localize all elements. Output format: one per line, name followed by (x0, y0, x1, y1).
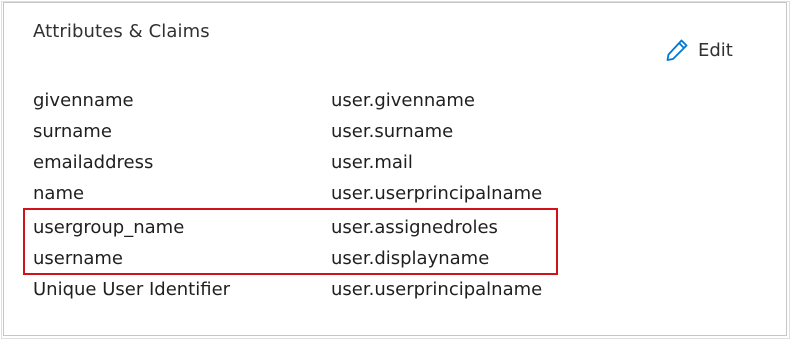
claim-value: user.displayname (331, 248, 490, 269)
claim-name: surname (33, 121, 112, 142)
claim-value: user.userprincipalname (331, 279, 543, 300)
claim-name: givenname (33, 90, 134, 111)
claim-name: username (33, 248, 123, 269)
claim-name: name (33, 183, 85, 204)
claim-value: user.givenname (331, 90, 475, 111)
section-title: Attributes & Claims (33, 21, 210, 42)
edit-button[interactable]: Edit (664, 36, 733, 64)
claim-value: user.userprincipalname (331, 183, 543, 204)
edit-label: Edit (698, 39, 733, 61)
pencil-icon (664, 37, 690, 63)
claim-value: user.mail (331, 152, 413, 173)
claim-value: user.surname (331, 121, 454, 142)
claim-name: Unique User Identifier (33, 279, 231, 300)
claim-name: usergroup_name (33, 217, 185, 238)
claim-value: user.assignedroles (331, 217, 498, 238)
claim-name: emailaddress (33, 152, 154, 173)
